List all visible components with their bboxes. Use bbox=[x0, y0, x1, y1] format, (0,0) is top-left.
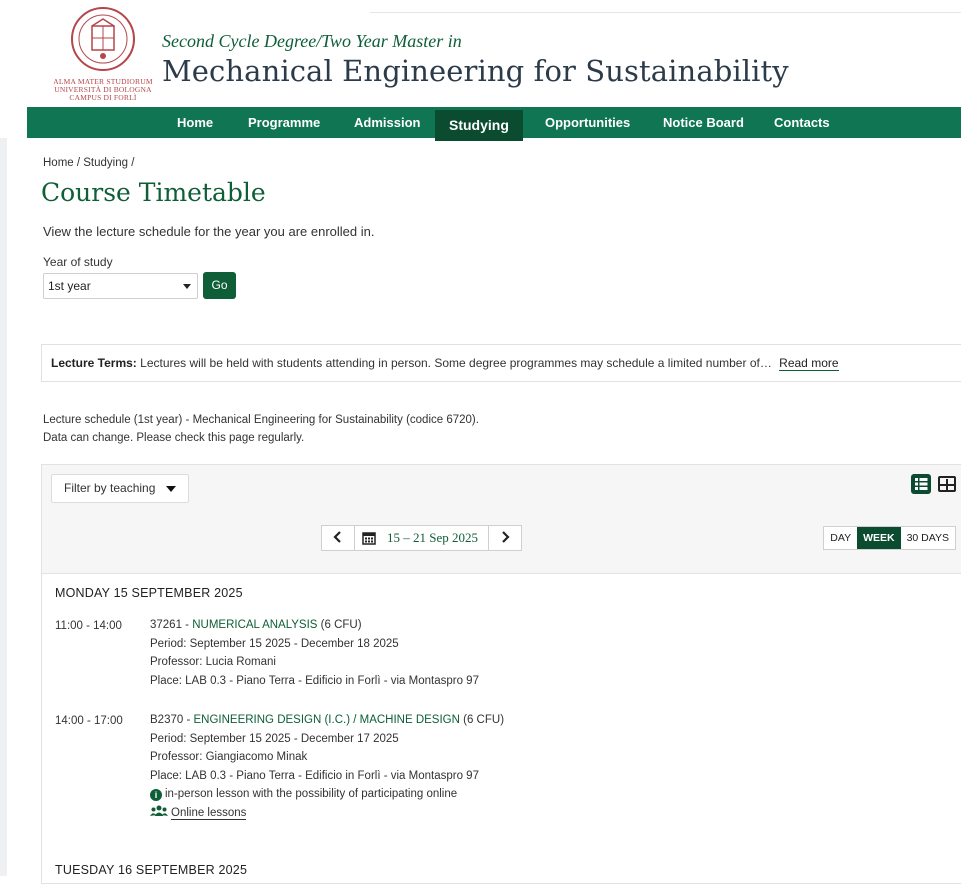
timetable-panel: Filter by teaching 15 – 21 Sep 2025 DAY … bbox=[41, 464, 961, 884]
page-intro: View the lecture schedule for the year y… bbox=[43, 224, 375, 239]
grid-view-icon[interactable] bbox=[938, 476, 956, 492]
left-gutter bbox=[0, 138, 7, 876]
nav-item-admission[interactable]: Admission bbox=[354, 107, 420, 138]
next-week-button[interactable] bbox=[489, 526, 521, 550]
lesson-code: B2370 - bbox=[150, 714, 194, 726]
view-switcher bbox=[908, 474, 956, 494]
year-select-value: 1st year bbox=[48, 279, 91, 293]
day-heading: TUESDAY 16 SEPTEMBER 2025 bbox=[55, 863, 248, 877]
schedule-info: Lecture schedule (1st year) - Mechanical… bbox=[43, 411, 479, 447]
nav-item-opportunities[interactable]: Opportunities bbox=[545, 107, 630, 138]
top-divider bbox=[370, 0, 961, 13]
lesson-time: 14:00 - 17:00 bbox=[55, 715, 123, 727]
go-button[interactable]: Go bbox=[203, 272, 236, 299]
filter-by-teaching-button[interactable]: Filter by teaching bbox=[51, 474, 189, 503]
date-range-label[interactable]: 15 – 21 Sep 2025 bbox=[383, 526, 489, 550]
nav-item-home[interactable]: Home bbox=[177, 107, 213, 138]
lesson-period: Period: September 15 2025 - December 17 … bbox=[150, 732, 399, 745]
lecture-terms-box: Lecture Terms: Lectures will be held wit… bbox=[41, 344, 961, 382]
lecture-terms-label: Lecture Terms: bbox=[51, 356, 137, 370]
logo-line-3: CAMPUS DI FORLÌ bbox=[69, 93, 137, 102]
read-more-link[interactable]: Read more bbox=[779, 356, 839, 371]
year-of-study-label: Year of study bbox=[43, 255, 113, 269]
info-icon: i bbox=[150, 789, 162, 801]
schedule-info-line-1: Lecture schedule (1st year) - Mechanical… bbox=[43, 414, 479, 426]
date-navigator: 15 – 21 Sep 2025 bbox=[321, 525, 522, 551]
list-view-icon[interactable] bbox=[910, 474, 931, 494]
main-navbar: Home Programme Admission Studying Opport… bbox=[27, 107, 961, 141]
degree-subtitle: Second Cycle Degree/Two Year Master in bbox=[162, 31, 462, 51]
triangle-down-icon bbox=[166, 486, 176, 492]
calendar-button[interactable] bbox=[354, 526, 383, 550]
lesson-entry: B2370 - ENGINEERING DESIGN (I.C.) / MACH… bbox=[150, 711, 504, 822]
year-of-study-select[interactable]: 1st year bbox=[43, 273, 198, 299]
lesson-note: in-person lesson with the possibility of… bbox=[165, 788, 458, 800]
mode-day-button[interactable]: DAY bbox=[824, 527, 857, 549]
lesson-entry: 37261 - NUMERICAL ANALYSIS (6 CFU) Perio… bbox=[150, 616, 479, 690]
lecture-terms-text: Lectures will be held with students atte… bbox=[140, 356, 772, 370]
lesson-code: 37261 - bbox=[150, 619, 193, 631]
caret-down-icon bbox=[183, 284, 191, 289]
lesson-cfu: (6 CFU) bbox=[317, 619, 362, 631]
page-title: Course Timetable bbox=[41, 178, 266, 207]
lesson-period: Period: September 15 2025 - December 18 … bbox=[150, 637, 399, 650]
period-mode-switcher: DAY WEEK 30 DAYS bbox=[823, 526, 956, 550]
filter-label: Filter by teaching bbox=[64, 481, 156, 495]
lesson-cfu: (6 CFU) bbox=[459, 714, 505, 726]
university-seal-icon bbox=[71, 7, 135, 71]
degree-title[interactable]: Mechanical Engineering for Sustainabilit… bbox=[162, 54, 789, 88]
course-link[interactable]: NUMERICAL ANALYSIS bbox=[192, 619, 317, 631]
lesson-professor: Professor: Lucia Romani bbox=[150, 656, 276, 668]
mode-30-days-button[interactable]: 30 DAYS bbox=[901, 527, 955, 549]
online-lessons-link[interactable]: Online lessons bbox=[171, 806, 247, 820]
users-icon bbox=[150, 805, 168, 816]
nav-item-programme[interactable]: Programme bbox=[248, 107, 320, 138]
nav-item-studying[interactable]: Studying bbox=[435, 107, 523, 141]
timetable-toolbar: Filter by teaching 15 – 21 Sep 2025 DAY … bbox=[42, 465, 961, 574]
chevron-right-icon bbox=[502, 531, 510, 543]
nav-item-notice-board[interactable]: Notice Board bbox=[663, 107, 744, 138]
lesson-professor: Professor: Giangiacomo Minak bbox=[150, 751, 308, 763]
course-link[interactable]: ENGINEERING DESIGN (I.C.) / MACHINE DESI… bbox=[193, 714, 459, 726]
university-logo[interactable]: ALMA MATER STUDIORUM UNIVERSITÀ DI BOLOG… bbox=[43, 6, 163, 102]
lesson-place: Place: LAB 0.3 - Piano Terra - Edificio … bbox=[150, 769, 479, 782]
chevron-left-icon bbox=[333, 531, 341, 543]
lesson-time: 11:00 - 14:00 bbox=[55, 620, 122, 632]
day-heading: MONDAY 15 SEPTEMBER 2025 bbox=[55, 586, 243, 600]
calendar-icon bbox=[362, 532, 376, 545]
nav-item-contacts[interactable]: Contacts bbox=[774, 107, 830, 138]
breadcrumb[interactable]: Home / Studying / bbox=[43, 157, 134, 169]
lesson-place: Place: LAB 0.3 - Piano Terra - Edificio … bbox=[150, 674, 479, 687]
previous-week-button[interactable] bbox=[322, 526, 354, 550]
mode-week-button[interactable]: WEEK bbox=[857, 527, 901, 549]
schedule-info-line-2: Data can change. Please check this page … bbox=[43, 432, 305, 444]
